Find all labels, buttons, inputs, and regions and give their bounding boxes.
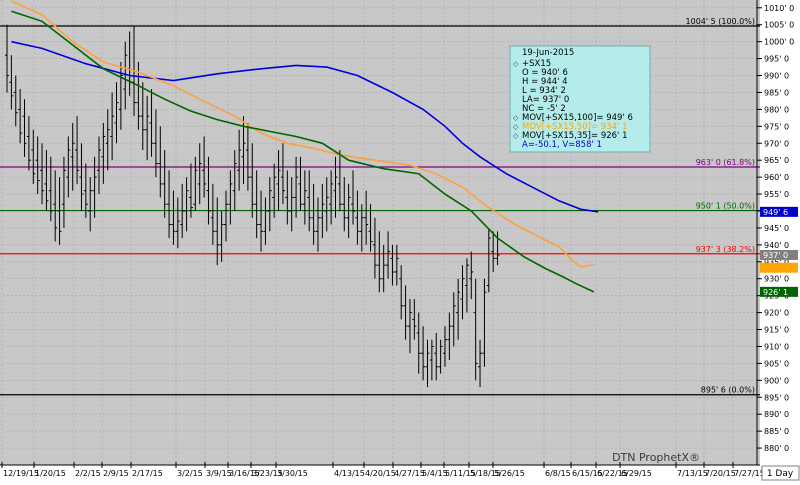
- y-tick-label: 900' 0: [764, 376, 789, 385]
- x-tick-label: 5/4/15: [422, 469, 448, 478]
- info-box: 19-Jun-2015 ◇ +SX15O = 940' 6H = 944' 4L …: [509, 45, 651, 153]
- fib-level-label: 963' 0 (61.8%): [696, 158, 755, 167]
- y-tick-label: 955' 0: [764, 190, 789, 199]
- fib-level-label: 1004' 5 (100.0%): [686, 17, 755, 26]
- y-tick-label: 895' 0: [764, 393, 789, 402]
- y-tick-label: 890' 0: [764, 410, 789, 419]
- y-tick-label: 1005' 0: [764, 21, 794, 30]
- y-tick-label: 1000' 0: [764, 38, 794, 47]
- y-tick-label: 980' 0: [764, 105, 789, 114]
- y-tick-label: 885' 0: [764, 427, 789, 436]
- x-tick-label: 6/29/15: [621, 469, 652, 478]
- x-tick-label: 7/20/15: [705, 469, 736, 478]
- price-badge-label: 926' 1: [763, 288, 788, 297]
- x-tick-label: 7/27/15: [734, 469, 765, 478]
- timeframe-label[interactable]: 1 Day: [767, 469, 794, 479]
- watermark: DTN ProphetX®: [612, 451, 700, 464]
- x-tick-label: 3/30/15: [277, 469, 308, 478]
- y-tick-label: 880' 0: [764, 444, 789, 453]
- info-box-title: 19-Jun-2015: [522, 48, 574, 58]
- fib-level-label: 895' 6 (0.0%): [701, 386, 755, 395]
- y-tick-label: 995' 0: [764, 55, 789, 64]
- x-tick-label: 4/20/15: [365, 469, 396, 478]
- info-diamond-icon: ◇: [513, 60, 519, 68]
- x-tick-label: 6/8/15: [545, 469, 571, 478]
- x-tick-label: 3/9/15: [206, 469, 232, 478]
- y-tick-label: 965' 0: [764, 156, 789, 165]
- info-diamond-icon: ◇: [513, 132, 519, 140]
- y-tick-label: 985' 0: [764, 88, 789, 97]
- info-box-line: A=-50.1, V=858' 1: [522, 140, 602, 150]
- y-tick-label: 1010' 0: [764, 4, 794, 13]
- info-diamond-icon: ◇: [513, 123, 519, 131]
- y-tick-label: 930' 0: [764, 275, 789, 284]
- chart-svg: 1004' 5 (100.0%) 963' 0 (61.8%) 950' 1 (50…: [0, 0, 800, 481]
- x-tick-label: 5/26/15: [494, 469, 525, 478]
- y-tick-label: 905' 0: [764, 359, 789, 368]
- y-tick-label: 910' 0: [764, 342, 789, 351]
- y-tick-label: 940' 0: [764, 241, 789, 250]
- fib-level-label: 950' 1 (50.0%): [696, 202, 755, 211]
- x-tick-label: 2/9/15: [103, 469, 129, 478]
- chart: 1004' 5 (100.0%) 963' 0 (61.8%) 950' 1 (50…: [0, 0, 800, 481]
- price-badge-highlight: [760, 262, 798, 273]
- y-tick-label: 970' 0: [764, 139, 789, 148]
- y-tick-label: 920' 0: [764, 309, 789, 318]
- x-tick-label: 4/13/15: [334, 469, 365, 478]
- y-tick-label: 915' 0: [764, 326, 789, 335]
- x-tick-label: 7/13/15: [677, 469, 708, 478]
- x-tick-label: 4/27/15: [394, 469, 425, 478]
- info-diamond-icon: ◇: [513, 114, 519, 122]
- price-badge-label: 949' 6: [763, 208, 788, 217]
- x-tick-label: 12/19/15: [3, 469, 39, 478]
- x-tick-label: 2/2/15: [75, 469, 101, 478]
- fib-level-label: 937' 3 (38.2%): [696, 245, 755, 254]
- y-tick-label: 990' 0: [764, 72, 789, 81]
- y-tick-label: 960' 0: [764, 173, 789, 182]
- price-badge-label: 937' 0: [763, 251, 788, 260]
- x-tick-label: 2/17/15: [132, 469, 163, 478]
- y-tick-label: 945' 0: [764, 224, 789, 233]
- x-tick-label: 3/2/15: [177, 469, 203, 478]
- y-tick-label: 975' 0: [764, 122, 789, 131]
- x-tick-label: 1/20/15: [35, 469, 66, 478]
- timeframe-label-box[interactable]: 1 Day: [761, 465, 800, 481]
